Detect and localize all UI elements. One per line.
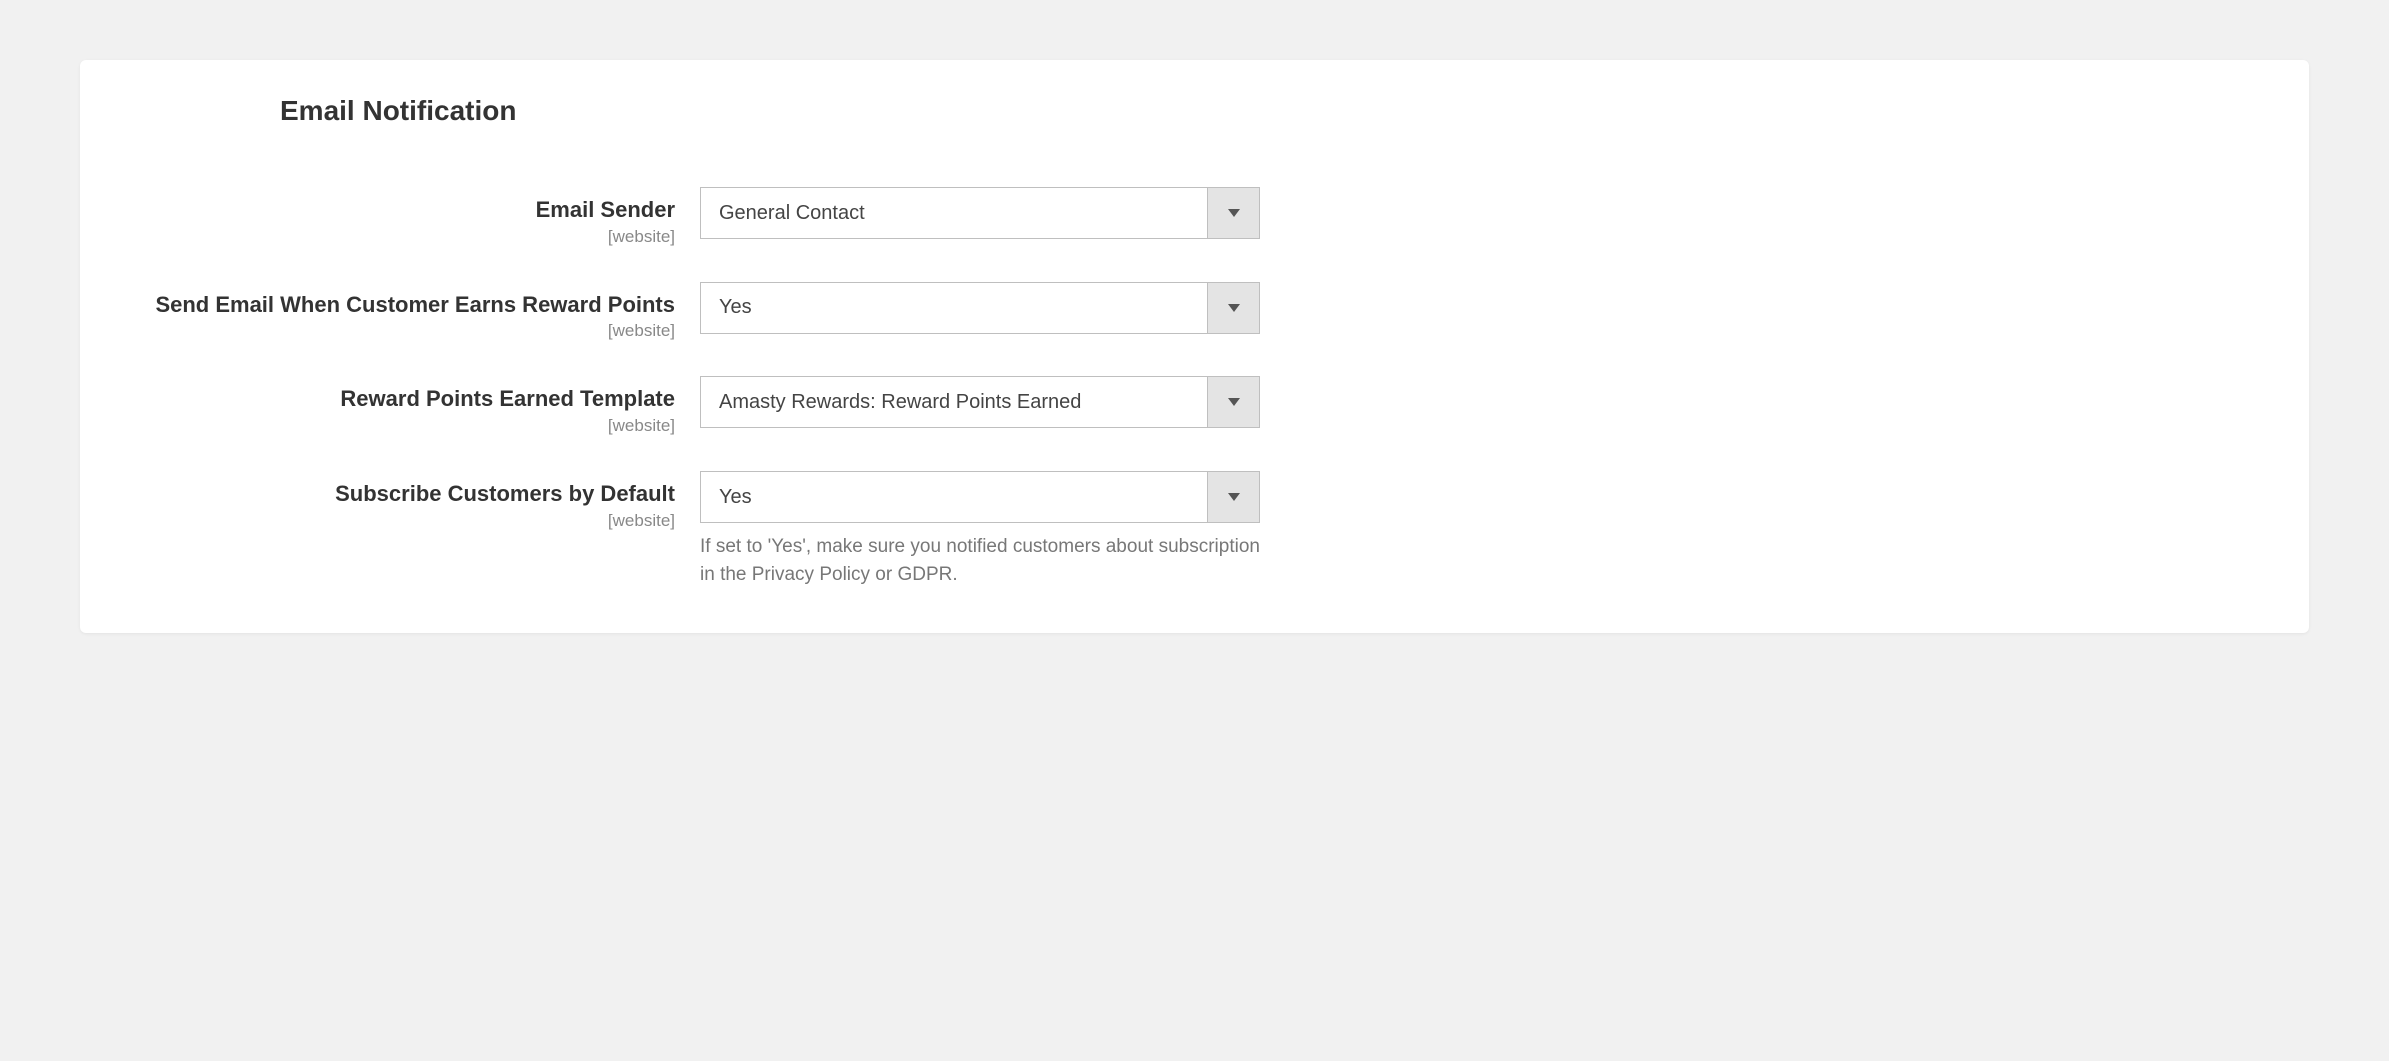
label-earned-template: Reward Points Earned Template [website] [140, 376, 700, 436]
subscribe-default-select[interactable]: Yes [700, 471, 1260, 523]
field-subscribe-default: Subscribe Customers by Default [website]… [140, 471, 2249, 588]
label-scope: [website] [140, 321, 675, 341]
label-scope: [website] [140, 511, 675, 531]
dropdown-arrow-icon [1207, 188, 1259, 238]
label-scope: [website] [140, 416, 675, 436]
control-col: Yes If set to 'Yes', make sure you notif… [700, 471, 1260, 588]
label-text: Subscribe Customers by Default [335, 481, 675, 506]
label-text: Reward Points Earned Template [340, 386, 675, 411]
control-col: General Contact [700, 187, 1260, 239]
send-email-earns-select[interactable]: Yes [700, 282, 1260, 334]
label-scope: [website] [140, 227, 675, 247]
email-sender-select[interactable]: General Contact [700, 187, 1260, 239]
select-value: Yes [701, 283, 1207, 333]
label-email-sender: Email Sender [website] [140, 187, 700, 247]
label-text: Send Email When Customer Earns Reward Po… [155, 292, 675, 317]
section-title: Email Notification [280, 95, 2249, 127]
label-subscribe-default: Subscribe Customers by Default [website] [140, 471, 700, 531]
control-col: Yes [700, 282, 1260, 334]
email-notification-panel: Email Notification Email Sender [website… [80, 60, 2309, 633]
control-col: Amasty Rewards: Reward Points Earned [700, 376, 1260, 428]
select-value: Amasty Rewards: Reward Points Earned [701, 377, 1207, 427]
earned-template-select[interactable]: Amasty Rewards: Reward Points Earned [700, 376, 1260, 428]
field-send-email-earns: Send Email When Customer Earns Reward Po… [140, 282, 2249, 342]
label-text: Email Sender [536, 197, 675, 222]
dropdown-arrow-icon [1207, 283, 1259, 333]
field-email-sender: Email Sender [website] General Contact [140, 187, 2249, 247]
select-value: Yes [701, 472, 1207, 522]
dropdown-arrow-icon [1207, 472, 1259, 522]
select-value: General Contact [701, 188, 1207, 238]
help-text: If set to 'Yes', make sure you notified … [700, 533, 1260, 588]
field-earned-template: Reward Points Earned Template [website] … [140, 376, 2249, 436]
label-send-email-earns: Send Email When Customer Earns Reward Po… [140, 282, 700, 342]
dropdown-arrow-icon [1207, 377, 1259, 427]
